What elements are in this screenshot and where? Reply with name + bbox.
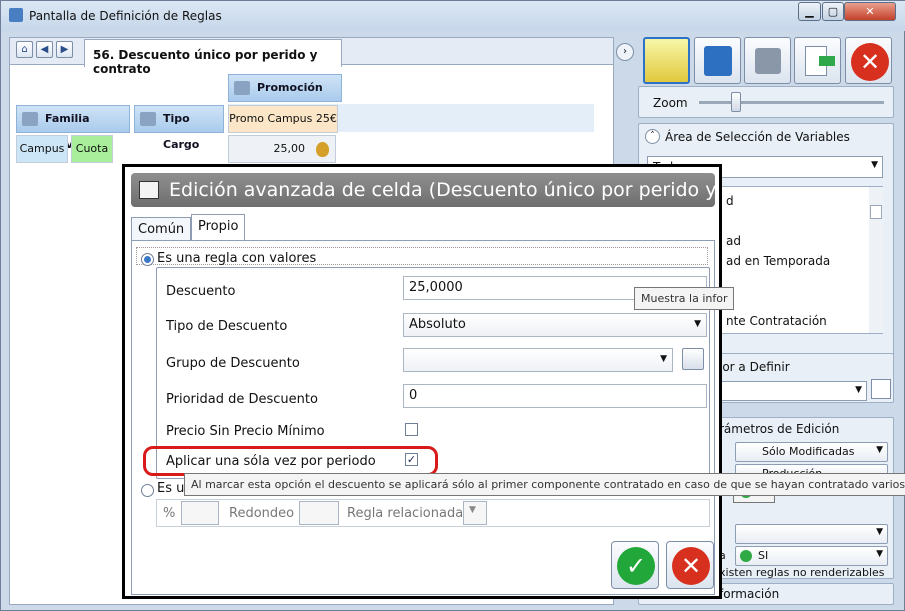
renderable-note: xisten reglas no renderizables xyxy=(719,566,885,579)
advanced-edit-dialog: Edición avanzada de celda (Descuento úni… xyxy=(122,164,722,599)
accept-button[interactable]: ✓ xyxy=(611,541,659,589)
percent-input[interactable] xyxy=(181,501,219,525)
param-select-5[interactable]: SI ▼ xyxy=(735,546,888,566)
redondeo-label: Redondeo xyxy=(229,506,295,521)
tipo-value: Absoluto xyxy=(409,317,466,332)
list-item[interactable]: ad xyxy=(726,234,741,248)
home-icon[interactable]: ⌂ xyxy=(16,41,33,58)
rule-values-radio[interactable] xyxy=(141,253,154,266)
scroll-thumb[interactable] xyxy=(870,205,882,219)
arrow-icon xyxy=(819,56,835,66)
next-icon[interactable]: ▶ xyxy=(56,41,73,58)
tooltip-aplicar: Al marcar esta opción el descuento se ap… xyxy=(184,473,905,496)
chevron-down-icon: ▼ xyxy=(660,354,667,364)
prioridad-input[interactable]: 0 xyxy=(403,384,707,408)
zoom-slider[interactable] xyxy=(731,92,741,112)
save-button[interactable] xyxy=(694,37,741,84)
add-value-icon[interactable] xyxy=(871,379,891,399)
prev-icon[interactable]: ◀ xyxy=(36,41,53,58)
header-promocion-alta[interactable]: Promoción Alta xyxy=(228,74,342,120)
maximize-button[interactable]: ▢ xyxy=(822,2,844,21)
tab-propio[interactable]: Propio xyxy=(191,214,246,241)
open-folder-button[interactable] xyxy=(643,37,690,84)
tipo-label: Tipo de Descuento xyxy=(166,319,288,334)
valor-select[interactable]: ▼ xyxy=(719,381,867,401)
filter-icon xyxy=(140,112,156,126)
tab-strip: ⌂ ◀ ▶ 56. Descuento único por perido y c… xyxy=(10,38,613,76)
rule-values-label: Es una regla con valores xyxy=(157,251,317,266)
close-window-button[interactable]: ✕ xyxy=(844,2,896,21)
param-select-4[interactable]: ▼ xyxy=(735,524,888,544)
filter-icon xyxy=(22,112,38,126)
param-value: Sólo Modificadas xyxy=(762,445,855,458)
header-label: Tipo Cargo xyxy=(163,112,200,151)
promo-cell[interactable]: Promo Campus 25€ xyxy=(228,105,338,133)
param-select-1[interactable]: Sólo Modificadas ▼ xyxy=(735,442,888,462)
list-item[interactable]: nte Contratación xyxy=(726,314,827,328)
zoom-panel: Zoom xyxy=(638,86,894,118)
cancel-button[interactable]: ✕ xyxy=(666,541,714,589)
edit-icon xyxy=(139,181,159,199)
close-button[interactable]: ✕ xyxy=(845,37,892,84)
param-value: SI xyxy=(758,549,769,562)
tab-rule-56[interactable]: 56. Descuento único por perido y contrat… xyxy=(84,39,342,76)
header-familia-servicio[interactable]: Familia Servicio xyxy=(16,105,130,151)
collapse-icon[interactable]: ˄ xyxy=(645,129,660,144)
prioridad-label: Prioridad de Descuento xyxy=(166,392,318,407)
money-bag-icon xyxy=(316,142,329,157)
regla-label: Regla relacionada xyxy=(347,506,464,521)
press-icon xyxy=(755,48,781,74)
zoom-track xyxy=(699,101,884,104)
list-item[interactable]: d xyxy=(726,194,734,208)
check-icon: ✓ xyxy=(617,547,655,585)
eraser-icon[interactable] xyxy=(682,348,704,370)
other-radio[interactable] xyxy=(141,484,154,497)
grupo-label: Grupo de Descuento xyxy=(166,356,300,371)
filter-icon xyxy=(234,81,250,95)
highlight-outline xyxy=(143,446,438,476)
export-button[interactable] xyxy=(794,37,841,84)
cancel-icon: ✕ xyxy=(672,547,710,585)
params-title: rámetros de Edición xyxy=(719,422,840,436)
precio-label: Precio Sin Precio Mínimo xyxy=(166,424,325,439)
floppy-icon xyxy=(704,46,732,76)
window-title: Pantalla de Definición de Reglas xyxy=(29,9,222,23)
regla-select[interactable]: ▼ xyxy=(463,501,487,525)
tab-comun[interactable]: Común xyxy=(131,217,192,241)
info-title: formación xyxy=(719,587,780,601)
app-icon xyxy=(9,8,23,22)
dialog-title: Edición avanzada de celda (Descuento úni… xyxy=(169,179,715,201)
percent-label: % xyxy=(163,506,176,521)
tipo-select[interactable]: Absoluto ▼ xyxy=(403,313,707,337)
tools-button[interactable] xyxy=(744,37,791,84)
scrollbar[interactable] xyxy=(869,187,883,333)
chevron-down-icon: ▼ xyxy=(694,319,701,329)
header-tipo-cargo[interactable]: Tipo Cargo xyxy=(134,105,224,151)
cancel-icon: ✕ xyxy=(851,43,889,81)
grupo-select[interactable]: ▼ xyxy=(403,348,673,372)
valor-title: lor a Definir xyxy=(719,360,790,374)
zoom-label: Zoom xyxy=(653,96,688,110)
tooltip-info: Muestra la infor xyxy=(634,287,735,310)
redondeo-input[interactable] xyxy=(299,501,339,525)
dialog-title-bar: Edición avanzada de celda (Descuento úni… xyxy=(131,173,715,207)
expand-panel-icon[interactable]: › xyxy=(616,43,634,61)
descuento-label: Descuento xyxy=(166,284,236,299)
other-group: % Redondeo Regla relacionada ▼ xyxy=(156,499,710,527)
variables-title: Área de Selección de Variables xyxy=(665,130,850,144)
minimize-button[interactable]: ▁ xyxy=(798,2,821,21)
cuota-cell[interactable]: Cuota xyxy=(71,135,113,163)
precio-checkbox[interactable] xyxy=(405,423,418,436)
title-bar: Pantalla de Definición de Reglas ▁ ▢ ✕ xyxy=(1,1,905,31)
list-item[interactable]: ad en Temporada xyxy=(726,254,830,268)
campus-cell[interactable]: Campus xyxy=(16,135,68,163)
check-icon xyxy=(740,550,752,562)
